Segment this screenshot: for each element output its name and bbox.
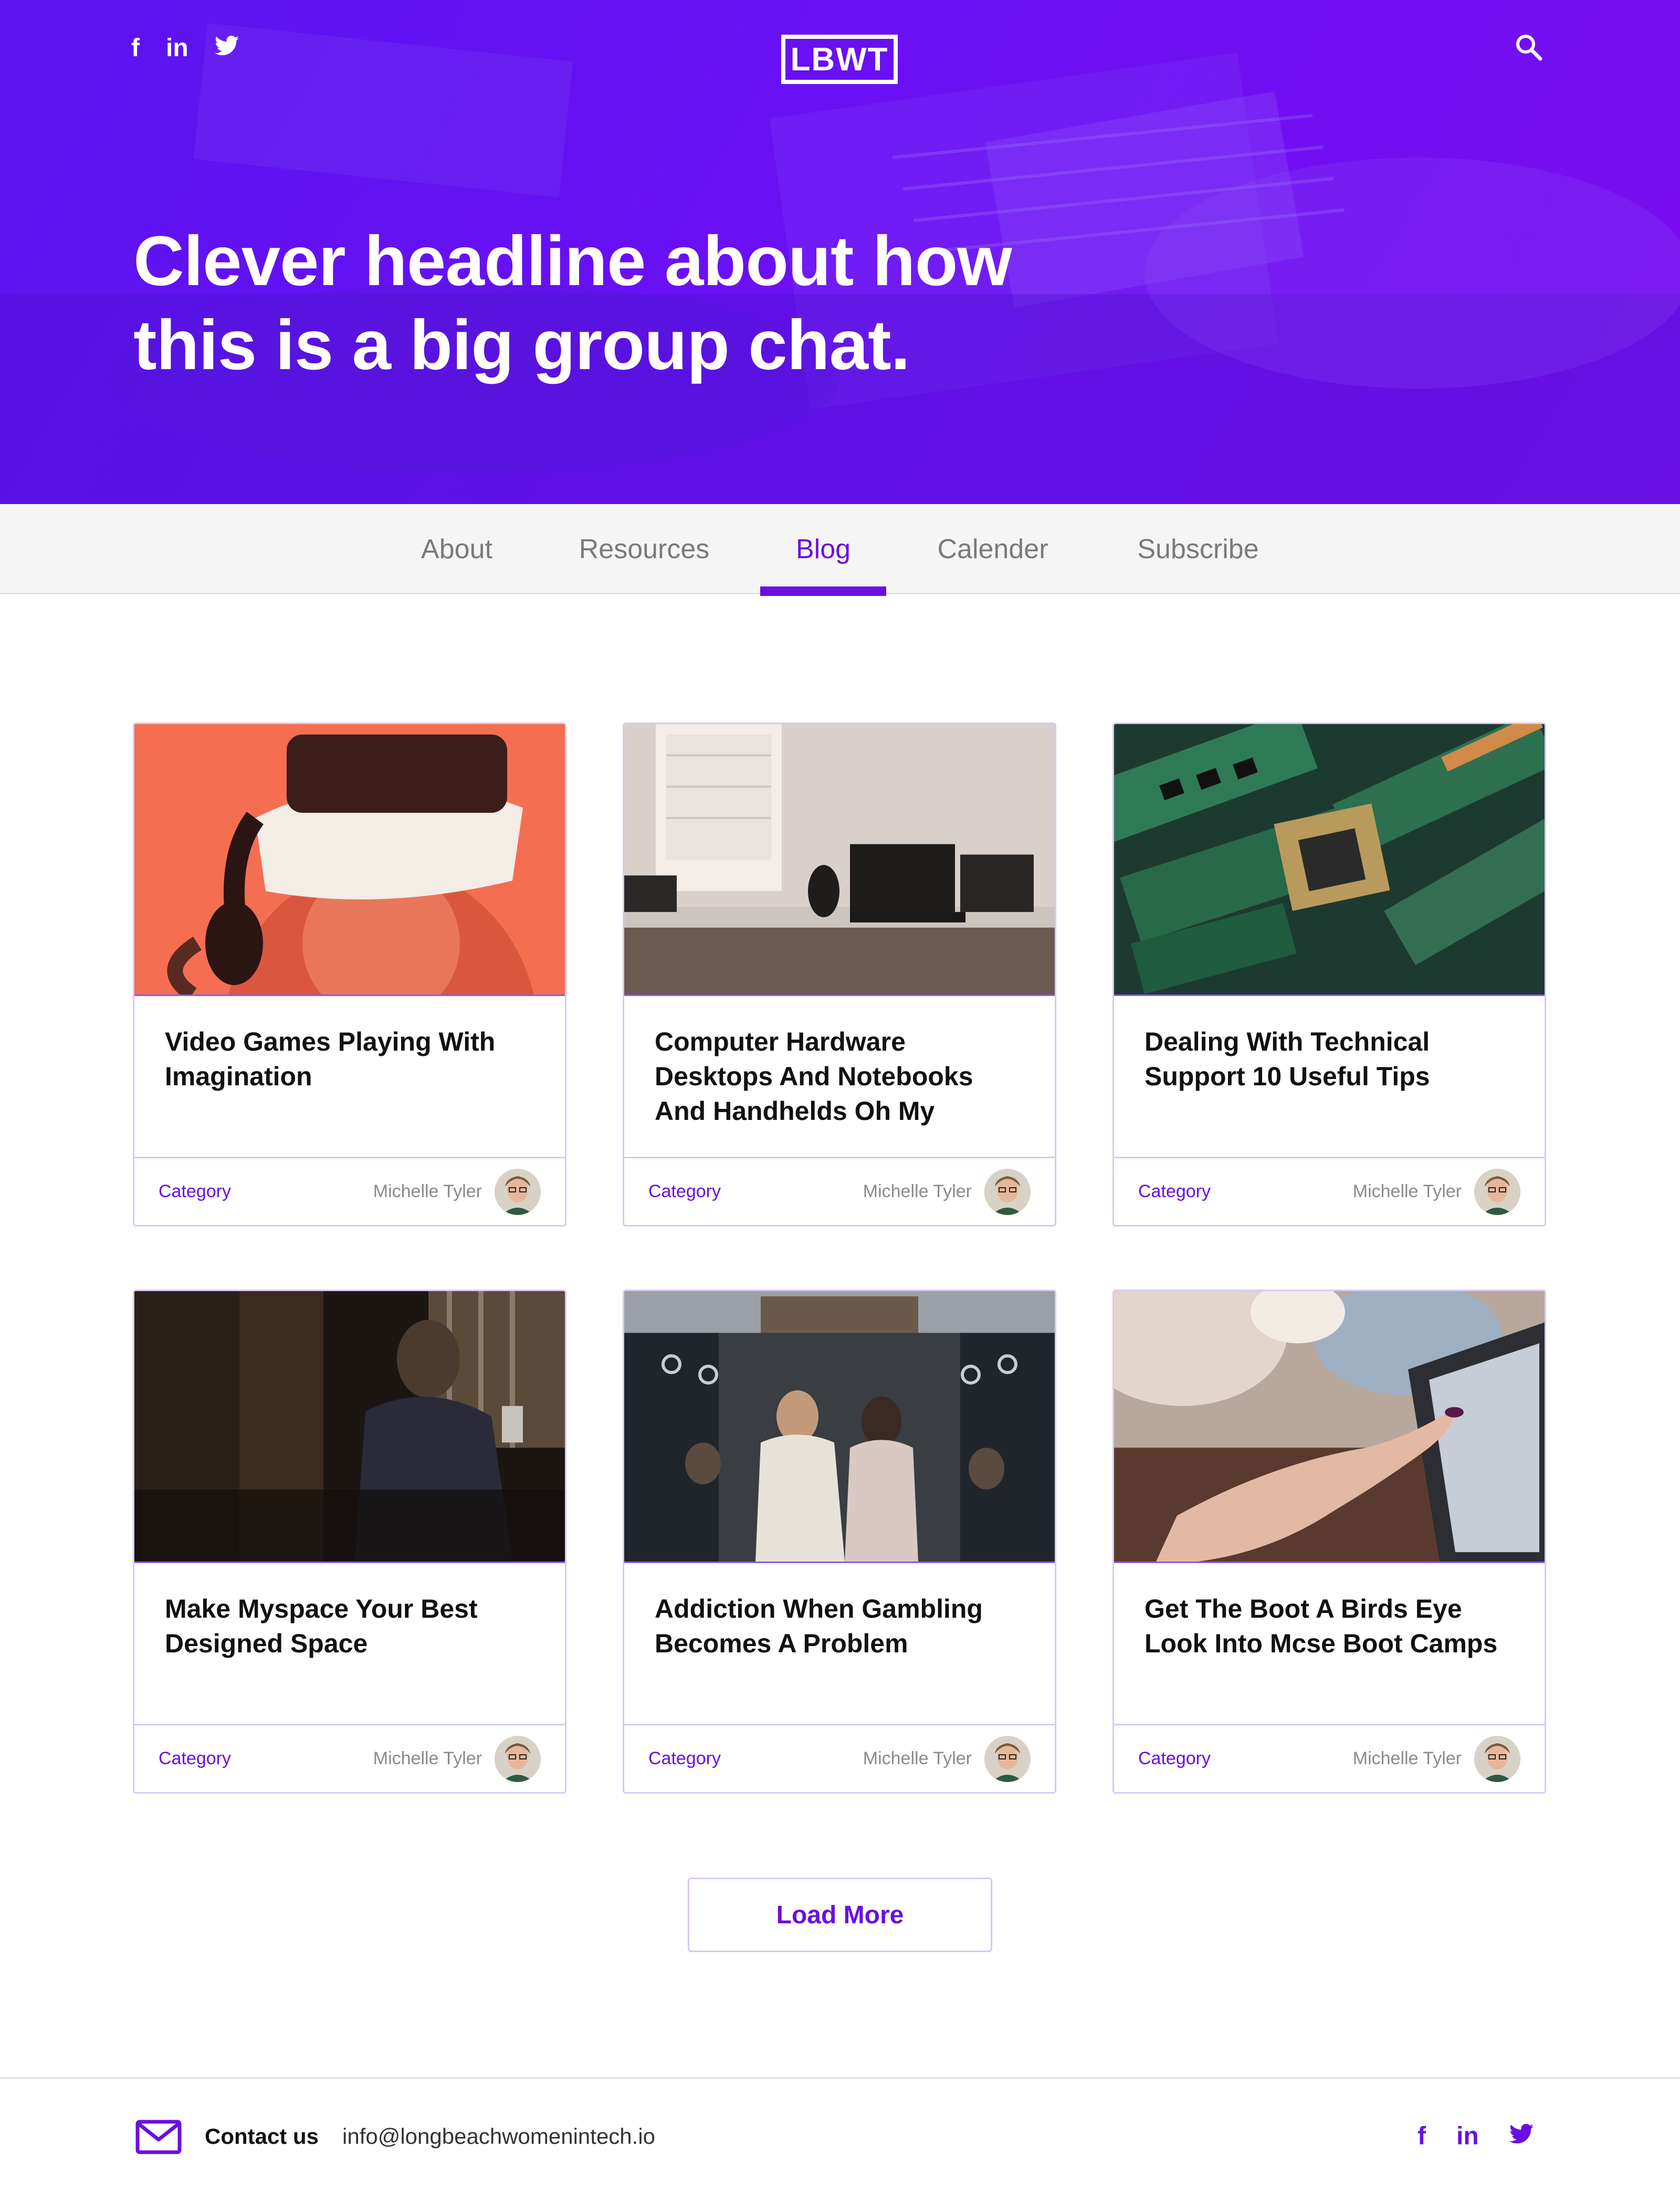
post-category[interactable]: Category bbox=[159, 1178, 231, 1204]
circuit-boards-photo bbox=[1114, 724, 1545, 996]
post-title[interactable]: Computer Hardware Desktops And Notebooks… bbox=[655, 1024, 1022, 1128]
linkedin-icon[interactable]: in bbox=[1456, 2121, 1479, 2152]
post-author: Michelle Tyler bbox=[863, 1181, 972, 1201]
author-avatar bbox=[984, 1169, 1031, 1215]
post-author: Michelle Tyler bbox=[373, 1181, 482, 1201]
post-meta: Category Michelle Tyler bbox=[134, 1157, 565, 1225]
post-author: Michelle Tyler bbox=[1352, 1748, 1462, 1768]
hero-banner: f in LBWT Clever headline about how this… bbox=[0, 0, 1680, 504]
twitter-bird-glyph bbox=[214, 35, 239, 56]
tab-subscribe[interactable]: Subscribe bbox=[1119, 504, 1277, 594]
tab-resources[interactable]: Resources bbox=[568, 504, 720, 594]
author-avatar bbox=[495, 1169, 541, 1215]
post-title[interactable]: Get The Boot A Birds Eye Look Into Mcse … bbox=[1144, 1591, 1512, 1661]
person-phone-photo bbox=[134, 1291, 565, 1563]
twitter-icon[interactable] bbox=[214, 33, 239, 64]
post-meta: Category Michelle Tyler bbox=[134, 1724, 565, 1792]
post-card[interactable]: Get The Boot A Birds Eye Look Into Mcse … bbox=[1112, 1290, 1546, 1794]
post-card[interactable]: Video Games Playing With Imagination Cat… bbox=[133, 722, 566, 1227]
post-card[interactable]: Make Myspace Your Best Designed Space Ca… bbox=[133, 1290, 566, 1794]
author-avatar bbox=[495, 1736, 541, 1782]
headline-line-2: this is a big group chat. bbox=[133, 306, 910, 384]
facebook-icon[interactable]: f bbox=[131, 33, 140, 64]
post-category[interactable]: Category bbox=[1138, 1745, 1211, 1772]
desk-computers-photo bbox=[624, 724, 1055, 996]
post-author: Michelle Tyler bbox=[373, 1748, 482, 1768]
twitter-bird-glyph bbox=[1509, 2123, 1534, 2144]
tablet-touch-photo bbox=[1114, 1291, 1545, 1563]
header-social-links: f in bbox=[131, 33, 239, 64]
tab-calender[interactable]: Calender bbox=[925, 504, 1060, 594]
post-title[interactable]: Video Games Playing With Imagination bbox=[165, 1024, 532, 1094]
site-footer: Contact us info@longbeachwomenintech.io … bbox=[0, 2077, 1680, 2200]
post-card[interactable]: Addiction When Gambling Becomes A Proble… bbox=[623, 1290, 1056, 1794]
linkedin-icon[interactable]: in bbox=[166, 33, 188, 64]
contact-email-link[interactable]: info@longbeachwomenintech.io bbox=[342, 2121, 655, 2152]
footer-social-links: f in bbox=[1418, 2121, 1534, 2152]
post-meta: Category Michelle Tyler bbox=[1114, 1724, 1545, 1792]
post-category[interactable]: Category bbox=[159, 1745, 231, 1772]
subway-crowd-photo bbox=[624, 1291, 1055, 1563]
post-card[interactable]: Computer Hardware Desktops And Notebooks… bbox=[623, 722, 1056, 1227]
tab-about[interactable]: About bbox=[398, 504, 516, 594]
post-title[interactable]: Make Myspace Your Best Designed Space bbox=[165, 1591, 532, 1661]
author-avatar bbox=[984, 1736, 1031, 1782]
author-avatar bbox=[1474, 1736, 1520, 1782]
post-meta: Category Michelle Tyler bbox=[1114, 1157, 1545, 1225]
post-category[interactable]: Category bbox=[1138, 1178, 1211, 1204]
search-icon[interactable] bbox=[1514, 33, 1544, 62]
contact-label: Contact us bbox=[205, 2124, 319, 2149]
twitter-icon[interactable] bbox=[1509, 2121, 1534, 2152]
tab-blog[interactable]: Blog bbox=[760, 504, 886, 596]
site-logo[interactable]: LBWT bbox=[781, 35, 898, 84]
post-title[interactable]: Addiction When Gambling Becomes A Proble… bbox=[655, 1591, 1022, 1661]
headline-line-1: Clever headline about how bbox=[133, 222, 1012, 300]
post-author: Michelle Tyler bbox=[1352, 1181, 1462, 1201]
post-meta: Category Michelle Tyler bbox=[624, 1724, 1055, 1792]
vr-headset-photo bbox=[134, 724, 565, 996]
mail-icon[interactable] bbox=[135, 2120, 182, 2154]
post-author: Michelle Tyler bbox=[863, 1748, 972, 1768]
post-title[interactable]: Dealing With Technical Support 10 Useful… bbox=[1144, 1024, 1512, 1094]
main-nav: About Resources Blog Calender Subscribe bbox=[0, 504, 1680, 596]
author-avatar bbox=[1474, 1169, 1520, 1215]
post-category[interactable]: Category bbox=[648, 1745, 721, 1772]
hero-headline: Clever headline about how this is a big … bbox=[133, 219, 1131, 387]
facebook-icon[interactable]: f bbox=[1418, 2121, 1426, 2152]
post-meta: Category Michelle Tyler bbox=[624, 1157, 1055, 1225]
post-card[interactable]: Dealing With Technical Support 10 Useful… bbox=[1112, 722, 1546, 1227]
load-more-button[interactable]: Load More bbox=[688, 1878, 992, 1952]
post-category[interactable]: Category bbox=[648, 1178, 721, 1204]
